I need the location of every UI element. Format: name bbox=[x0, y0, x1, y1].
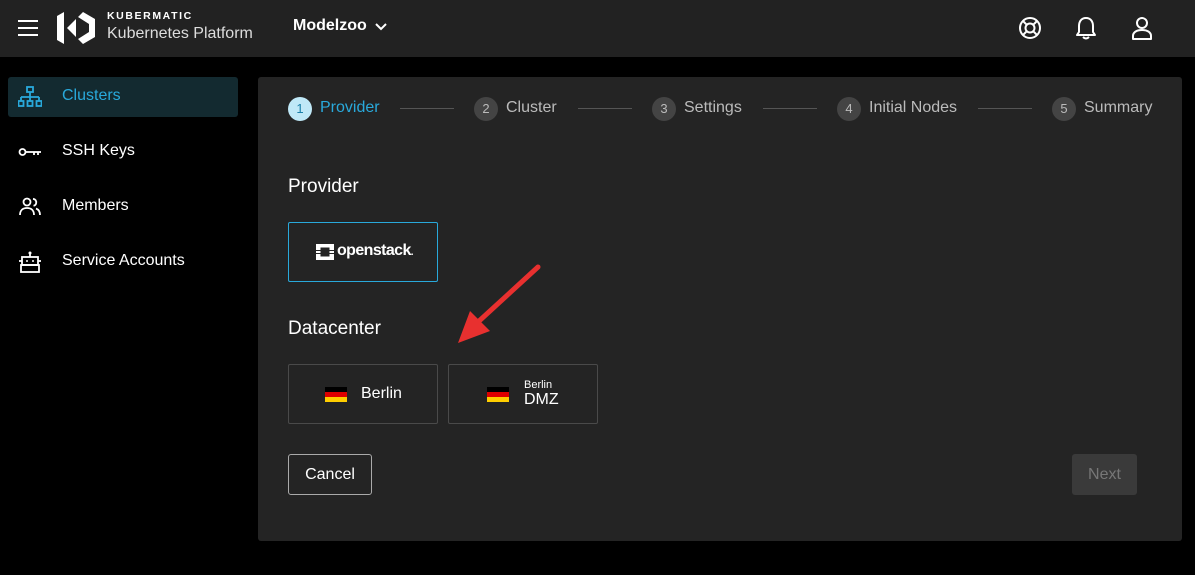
kubermatic-logo[interactable] bbox=[57, 12, 95, 44]
germany-flag-icon bbox=[325, 387, 347, 402]
sidebar-item-members[interactable]: Members bbox=[8, 187, 238, 227]
sitemap-icon bbox=[18, 86, 42, 107]
sidebar-item-label: Service Accounts bbox=[62, 252, 185, 269]
sidebar: Clusters SSH Keys Members Service Accoun… bbox=[0, 57, 246, 575]
step-label: Provider bbox=[320, 99, 380, 116]
step-label: Settings bbox=[684, 99, 742, 116]
provider-option-openstack[interactable]: openstack. bbox=[288, 222, 438, 282]
datacenter-option-berlin[interactable]: Berlin bbox=[288, 364, 438, 424]
users-icon bbox=[19, 197, 41, 216]
step-label: Summary bbox=[1084, 99, 1153, 116]
step-connector bbox=[978, 108, 1032, 109]
wizard-stepper: 1 Provider 2 Cluster 3 Settings 4 Initia… bbox=[258, 77, 1182, 141]
step-connector bbox=[400, 108, 454, 109]
step-connector bbox=[578, 108, 632, 109]
sidebar-item-label: SSH Keys bbox=[62, 142, 135, 159]
provider-heading: Provider bbox=[288, 176, 359, 197]
brand-name: KUBERMATIC bbox=[107, 10, 193, 22]
germany-flag-icon bbox=[487, 387, 509, 402]
step-label: Cluster bbox=[506, 99, 557, 116]
step-number: 2 bbox=[474, 97, 498, 121]
provider-label: openstack. bbox=[337, 242, 414, 259]
brand-subtitle: Kubernetes Platform bbox=[107, 25, 253, 42]
sidebar-item-service-accounts[interactable]: Service Accounts bbox=[8, 242, 238, 282]
project-selector[interactable]: Modelzoo bbox=[293, 17, 367, 35]
step-number: 5 bbox=[1052, 97, 1076, 121]
step-connector bbox=[763, 108, 817, 109]
step-label: Initial Nodes bbox=[869, 99, 958, 116]
datacenter-label: Berlin bbox=[361, 385, 402, 402]
sidebar-item-clusters[interactable]: Clusters bbox=[8, 77, 238, 117]
datacenter-option-berlin-dmz[interactable]: Berlin DMZ bbox=[448, 364, 598, 424]
datacenter-sublabel: Berlin bbox=[524, 379, 553, 391]
step-number: 3 bbox=[652, 97, 676, 121]
user-icon[interactable] bbox=[1129, 15, 1155, 41]
sidebar-item-label: Members bbox=[62, 197, 129, 214]
sidebar-item-ssh-keys[interactable]: SSH Keys bbox=[8, 132, 238, 172]
step-number: 4 bbox=[837, 97, 861, 121]
chevron-down-icon[interactable] bbox=[374, 20, 388, 34]
datacenter-label: DMZ bbox=[524, 391, 559, 408]
top-bar: KUBERMATIC Kubernetes Platform Modelzoo bbox=[0, 0, 1195, 57]
create-cluster-wizard: 1 Provider 2 Cluster 3 Settings 4 Initia… bbox=[258, 77, 1182, 541]
menu-icon[interactable] bbox=[14, 16, 42, 40]
step-number: 1 bbox=[288, 97, 312, 121]
next-button[interactable]: Next bbox=[1072, 454, 1137, 495]
help-icon[interactable] bbox=[1017, 15, 1043, 41]
bell-icon[interactable] bbox=[1073, 15, 1099, 41]
sidebar-item-label: Clusters bbox=[62, 87, 121, 104]
datacenter-heading: Datacenter bbox=[288, 318, 381, 339]
key-icon bbox=[18, 148, 41, 156]
cancel-button[interactable]: Cancel bbox=[288, 454, 372, 495]
openstack-logo bbox=[316, 244, 334, 260]
robot-icon bbox=[19, 251, 41, 273]
